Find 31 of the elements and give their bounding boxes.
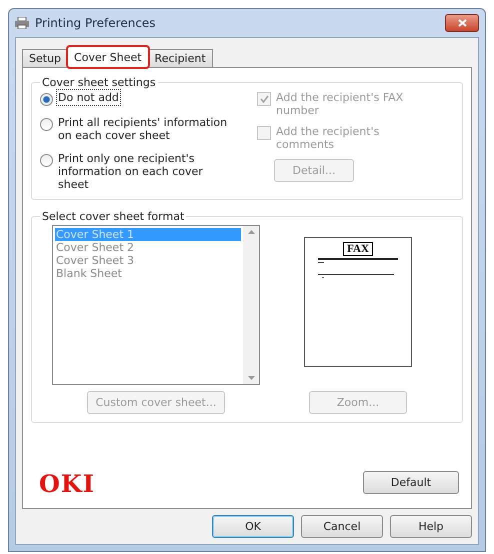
preview-heading: FAX [343,242,373,256]
tab[interactable]: Recipient [148,49,213,68]
group-title: Cover sheet settings [41,76,157,89]
close-icon [458,19,466,27]
option-label: Print all recipients' information on each cover sheet [58,116,228,142]
group-title: Select cover sheet format [41,210,186,223]
list-item[interactable]: Cover Sheet 1 [55,228,241,241]
checkbox-label: Add the recipient's comments [276,125,380,151]
printer-icon [15,17,29,29]
list-item[interactable]: Cover Sheet 3 [55,254,241,267]
close-button[interactable] [445,14,479,32]
scroll-up-icon [248,230,254,234]
dialog-button[interactable]: Help [390,515,472,538]
option-label: Print only one recipient's information on each cover sheet [58,152,204,191]
default-button[interactable]: Default [363,471,459,494]
radio-button[interactable] [40,118,53,131]
list-item[interactable]: Cover Sheet 2 [55,241,241,254]
list-item[interactable]: Blank Sheet [55,267,241,280]
list-box[interactable]: Cover Sheet 1 Cover Sheet 2 Cover Sheet 3 Blank Sheet [52,225,260,385]
tab[interactable]: Cover Sheet [67,46,149,68]
radio-button[interactable] [40,154,53,167]
dialog-button[interactable]: OK [212,515,294,538]
brand-logo: OKI [39,469,95,498]
radio-button[interactable] [40,93,53,106]
dialog-button[interactable]: Cancel [301,515,383,538]
tab[interactable]: Setup [22,49,68,68]
option-label: Do not add [58,91,119,104]
window-title: Printing Preferences [35,16,157,30]
checkmark-icon [260,95,268,103]
scroll-down-icon [248,376,254,380]
checkbox-label: Add the recipient's FAX number [276,91,404,117]
